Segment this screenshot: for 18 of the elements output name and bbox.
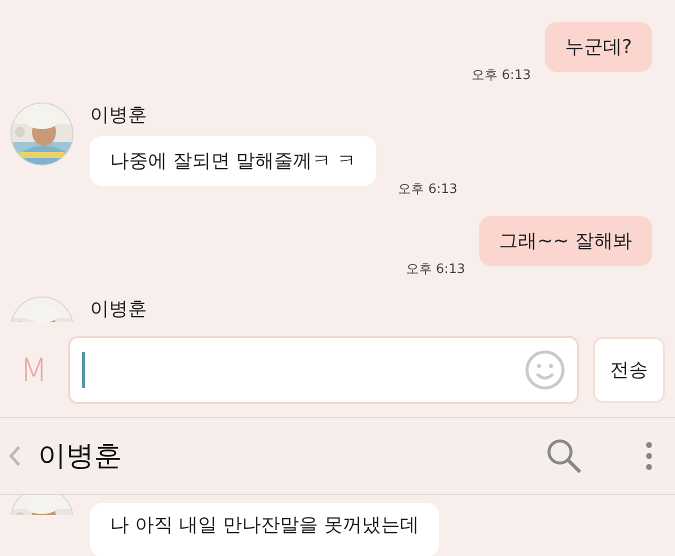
smiley-icon[interactable] bbox=[525, 350, 565, 390]
more-icon[interactable] bbox=[645, 441, 653, 471]
message-time: 오후 6:13 bbox=[398, 181, 458, 198]
received-message: 나중에 잘되면 말해줄께ㅋ ㅋ bbox=[90, 136, 376, 186]
message-time: 오후 6:13 bbox=[406, 261, 466, 278]
brand-letter: M bbox=[20, 350, 49, 388]
sender-name: 이병훈 bbox=[90, 103, 148, 128]
send-button[interactable]: 전송 bbox=[593, 336, 665, 402]
chat-title: 이병훈 bbox=[38, 438, 123, 474]
search-icon[interactable] bbox=[545, 437, 583, 475]
message-input[interactable] bbox=[68, 336, 579, 404]
received-message: 나 아직 내일 만나잔말을 못꺼냈는데 bbox=[90, 503, 440, 556]
message-time: 오후 6:13 bbox=[472, 67, 531, 84]
sent-message: 그래~~ 잘해봐 bbox=[479, 216, 652, 266]
back-icon[interactable] bbox=[8, 445, 22, 467]
sender-name: 이병훈 bbox=[90, 297, 147, 322]
sent-message: 누군데? bbox=[544, 22, 652, 72]
text-cursor bbox=[82, 352, 85, 388]
